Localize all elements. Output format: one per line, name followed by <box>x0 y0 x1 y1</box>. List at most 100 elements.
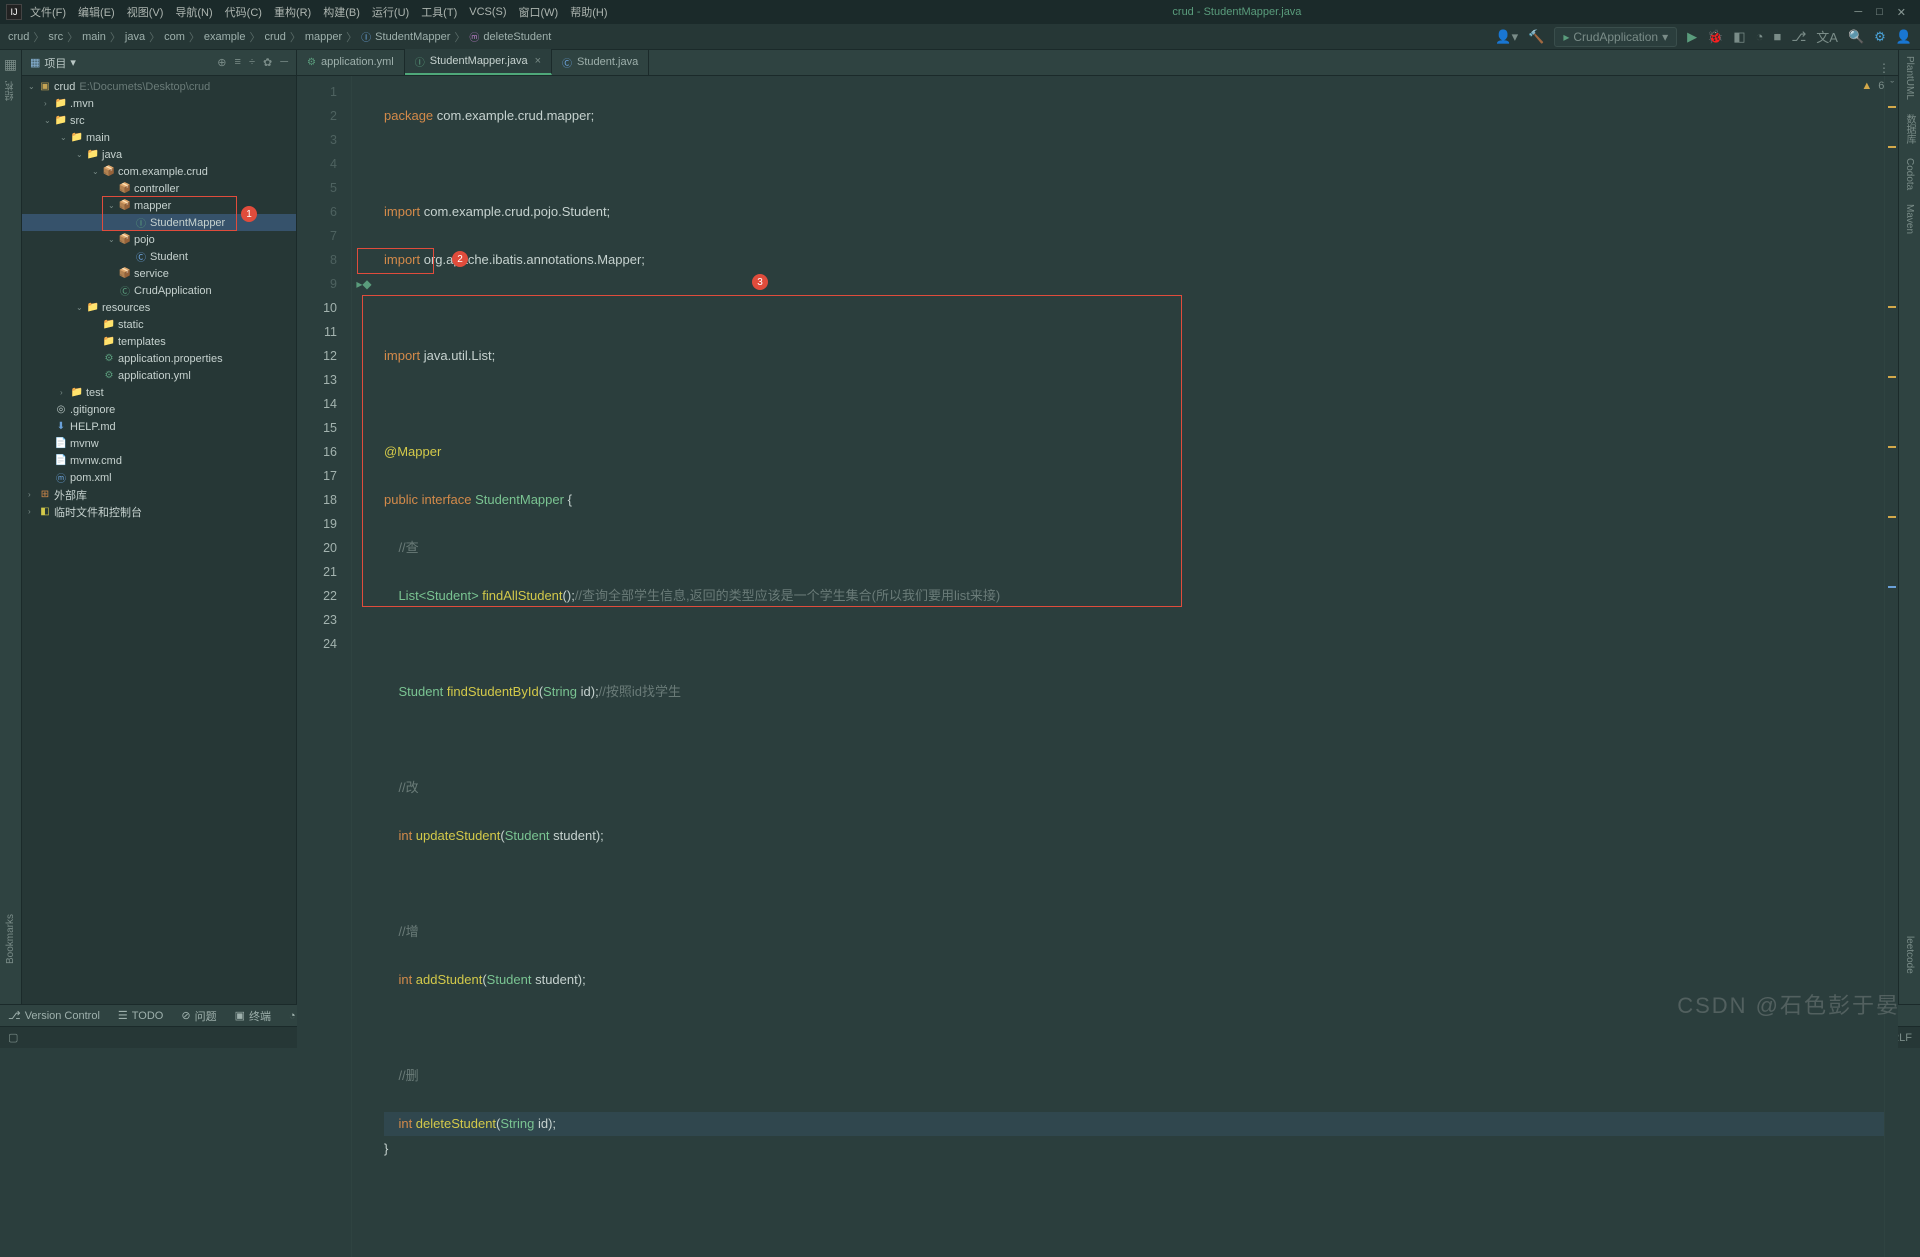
tab-application-yml[interactable]: ⚙application.yml <box>297 49 405 75</box>
tab-student[interactable]: ⒸStudent.java <box>552 49 649 75</box>
menu-edit[interactable]: 编辑(E) <box>78 4 115 20</box>
tree-pojo[interactable]: ⌄📦pojo <box>22 231 296 248</box>
tree-scratch[interactable]: ›◧临时文件和控制台 <box>22 503 296 520</box>
menu-run[interactable]: 运行(U) <box>372 4 409 20</box>
avatar-icon[interactable]: 👤 <box>1896 29 1912 45</box>
coverage-icon[interactable]: ◧ <box>1733 29 1745 45</box>
user-icon[interactable]: 👤▾ <box>1495 29 1518 45</box>
inspection-widget[interactable]: ▲ 6 ˇ <box>1861 80 1894 92</box>
tool-window-icon[interactable]: ▢ <box>8 1031 18 1044</box>
todo-tool[interactable]: ☰ TODO <box>118 1009 163 1022</box>
crumb-4[interactable]: com <box>164 31 185 43</box>
leetcode-tool[interactable]: leetcode <box>1904 936 1915 974</box>
crumb-6[interactable]: crud <box>264 31 285 43</box>
settings-icon[interactable]: ⚙ <box>1874 29 1886 45</box>
tabs-menu-icon[interactable]: ⋮ <box>1878 61 1890 75</box>
menu-view[interactable]: 视图(V) <box>127 4 164 20</box>
git-icon[interactable]: ⎇ <box>1791 29 1806 45</box>
code-editor[interactable]: 12345678 9101112131415161718192021222324… <box>297 76 1898 1257</box>
editor-area: ⚙application.yml ⒾStudentMapper.java× ⒸS… <box>297 50 1898 1004</box>
hide-icon[interactable]: ─ <box>280 56 288 69</box>
menu-window[interactable]: 窗口(W) <box>519 4 559 20</box>
menu-code[interactable]: 代码(C) <box>225 4 262 20</box>
menu-vcs[interactable]: VCS(S) <box>469 6 506 18</box>
codota-tool[interactable]: Codota <box>1904 158 1915 190</box>
crumb-2[interactable]: main <box>82 31 106 43</box>
tree-static[interactable]: 📁static <box>22 316 296 333</box>
stop-icon[interactable]: ■ <box>1773 29 1781 44</box>
search-icon[interactable]: 🔍 <box>1848 29 1864 45</box>
close-icon[interactable]: ✕ <box>1897 6 1906 19</box>
maven-tool[interactable]: Maven <box>1904 204 1915 234</box>
tree-crud-app[interactable]: ⒸCrudApplication <box>22 282 296 299</box>
tree-service[interactable]: 📦service <box>22 265 296 282</box>
crumb-9[interactable]: deleteStudent <box>483 31 551 43</box>
crumb-8[interactable]: StudentMapper <box>375 31 450 43</box>
tree-app-yml[interactable]: ⚙application.yml <box>22 367 296 384</box>
tree-controller[interactable]: 📦controller <box>22 180 296 197</box>
crumb-0[interactable]: crud <box>8 31 29 43</box>
hammer-icon[interactable]: 🔨 <box>1528 29 1544 45</box>
tree-mvnw-cmd[interactable]: 📄mvnw.cmd <box>22 452 296 469</box>
debug-icon[interactable]: 🐞 <box>1707 29 1723 45</box>
tree-root[interactable]: ⌄▣crudE:\Documets\Desktop\crud <box>22 78 296 95</box>
tree-java[interactable]: ⌄📁java <box>22 146 296 163</box>
tree-help[interactable]: ⬇HELP.md <box>22 418 296 435</box>
tree-test[interactable]: ›📁test <box>22 384 296 401</box>
tab-student-mapper[interactable]: ⒾStudentMapper.java× <box>405 49 552 75</box>
line-gutter: 12345678 9101112131415161718192021222324 <box>297 76 352 1257</box>
menu-file[interactable]: 文件(F) <box>30 4 66 20</box>
play-small-icon: ▸ <box>1563 30 1569 44</box>
right-stripe: PlantUML 数据库 Codota Maven leetcode <box>1898 50 1920 1004</box>
run-icon[interactable]: ▶ <box>1687 29 1697 45</box>
run-gutter-icon[interactable]: ▸◆ <box>352 272 376 296</box>
warning-icon: ▲ <box>1861 80 1872 92</box>
warning-count: 6 <box>1878 80 1884 92</box>
tree-ext-lib[interactable]: ›⊞外部库 <box>22 486 296 503</box>
structure-tool[interactable]: 结构 <box>3 81 18 101</box>
menu-tools[interactable]: 工具(T) <box>421 4 457 20</box>
profile-icon[interactable]: ◔ <box>1756 29 1764 44</box>
database-tool[interactable]: 数据库 <box>1902 114 1917 144</box>
maximize-icon[interactable]: □ <box>1876 6 1883 19</box>
tree-templates[interactable]: 📁templates <box>22 333 296 350</box>
crumb-7[interactable]: mapper <box>305 31 342 43</box>
gutter-icons: ▸◆ <box>352 76 376 1257</box>
run-config[interactable]: ▸ CrudApplication ▾ <box>1554 27 1677 47</box>
menu-build[interactable]: 构建(B) <box>323 4 360 20</box>
bookmarks-tool[interactable]: Bookmarks <box>5 914 16 964</box>
menu-refactor[interactable]: 重构(R) <box>274 4 311 20</box>
crumb-3[interactable]: java <box>125 31 145 43</box>
tree-resources[interactable]: ⌄📁resources <box>22 299 296 316</box>
tree-app-props[interactable]: ⚙application.properties <box>22 350 296 367</box>
vcs-tool[interactable]: ⎇ Version Control <box>8 1009 100 1022</box>
translate-icon[interactable]: 文A <box>1816 27 1838 46</box>
tree-mvn[interactable]: ›📁.mvn <box>22 95 296 112</box>
collapse-all-icon[interactable]: ÷ <box>249 56 255 69</box>
problems-tool[interactable]: ⊘ 问题 <box>181 1008 216 1024</box>
plantuml-tool[interactable]: PlantUML <box>1904 56 1915 100</box>
tree-gitignore[interactable]: ◎.gitignore <box>22 401 296 418</box>
close-tab-icon[interactable]: × <box>535 55 541 67</box>
tree-student[interactable]: ⒸStudent <box>22 248 296 265</box>
main-area: ▦ 结构 Bookmarks ▦ 项目 ▾ ⊕ ≡ ÷ ✿ ─ ⌄▣crudE:… <box>0 50 1920 1004</box>
project-tool-icon[interactable]: ▦ <box>4 56 17 73</box>
terminal-tool[interactable]: ▣ 终端 <box>235 1008 271 1024</box>
run-config-label: CrudApplication <box>1573 30 1658 44</box>
minimize-icon[interactable]: ─ <box>1854 6 1862 19</box>
tree-pom[interactable]: ⓜpom.xml <box>22 469 296 486</box>
tree-main[interactable]: ⌄📁main <box>22 129 296 146</box>
tree-mvnw[interactable]: 📄mvnw <box>22 435 296 452</box>
menu-nav[interactable]: 导航(N) <box>175 4 212 20</box>
tree-src[interactable]: ⌄📁src <box>22 112 296 129</box>
settings-icon[interactable]: ✿ <box>263 56 272 69</box>
crumb-5[interactable]: example <box>204 31 246 43</box>
crumb-1[interactable]: src <box>48 31 63 43</box>
code-content[interactable]: package com.example.crud.mapper; import … <box>376 76 1884 1257</box>
tree-pkg[interactable]: ⌄📦com.example.crud <box>22 163 296 180</box>
marker-bar[interactable] <box>1884 76 1898 1257</box>
expand-all-icon[interactable]: ≡ <box>235 56 241 69</box>
badge-3: 3 <box>752 274 768 290</box>
menu-help[interactable]: 帮助(H) <box>570 4 607 20</box>
select-open-file-icon[interactable]: ⊕ <box>217 56 226 69</box>
